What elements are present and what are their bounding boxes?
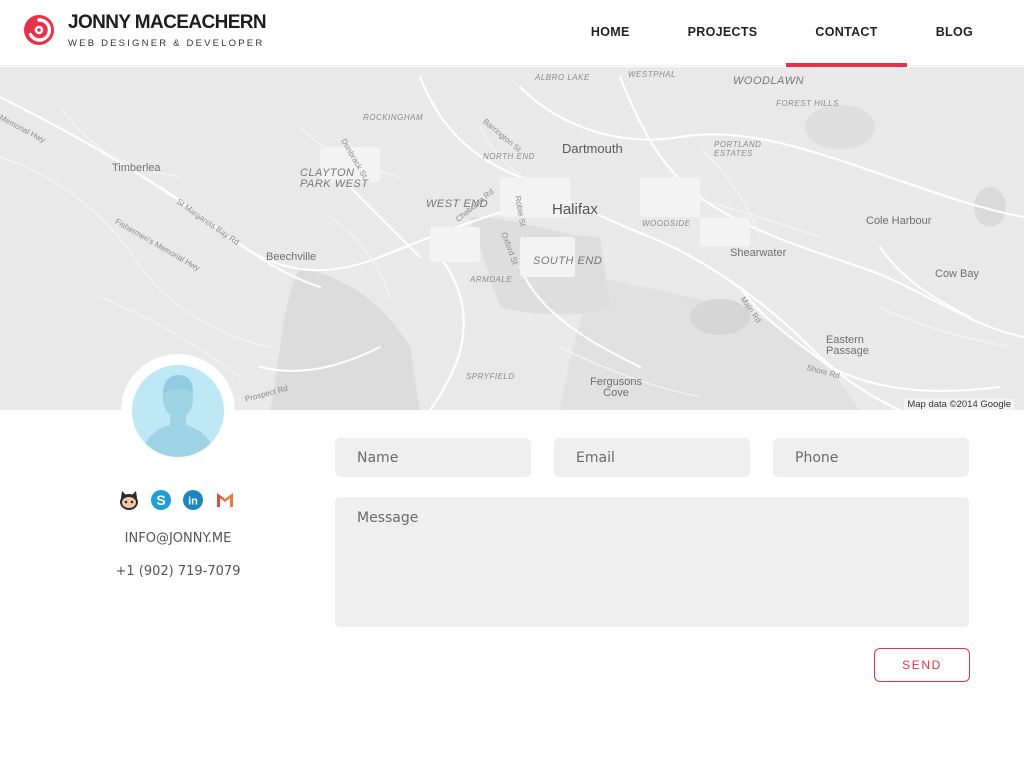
nav-projects[interactable]: PROJECTS (659, 0, 787, 66)
map-label-halifax: Halifax (552, 201, 598, 218)
map-label-rockingham: ROCKINGHAM (363, 113, 424, 122)
map-label-timberlea: Timberlea (112, 162, 161, 174)
site-header: JONNY MACEACHERN WEB DESIGNER & DEVELOPE… (0, 0, 1024, 67)
nav-home[interactable]: HOME (562, 0, 659, 66)
map-attribution: Map data ©2014 Google (904, 399, 1014, 410)
map-label-dartmouth: Dartmouth (562, 141, 623, 156)
map-label-westphal: WESTPHAL (628, 70, 677, 79)
message-field[interactable] (335, 497, 969, 627)
map-label-woodlawn: WOODLAWN (733, 75, 805, 87)
main-nav: HOME PROJECTS CONTACT BLOG (562, 0, 1002, 67)
map-label-portland-estates: PORTLAND ESTATES (714, 140, 762, 158)
map-label-forest-hills: FOREST HILLS (776, 99, 839, 108)
map-label-south-end: SOUTH END (533, 255, 603, 267)
linkedin-icon[interactable]: in (182, 489, 204, 511)
map-label-albro-lake: ALBRO LAKE (535, 73, 590, 82)
gmail-icon[interactable] (214, 489, 236, 511)
avatar (121, 354, 235, 468)
name-field[interactable] (335, 438, 531, 477)
brand[interactable]: JONNY MACEACHERN WEB DESIGNER & DEVELOPE… (68, 12, 267, 49)
svg-text:S: S (156, 492, 165, 508)
map-label-fergusons-cove: Fergusons Cove (590, 376, 642, 399)
map-label-clayton-park-west: CLAYTON PARK WEST (300, 167, 369, 190)
map-label-armdale: ARMDALE (470, 275, 513, 284)
map-label-cole-harbour: Cole Harbour (866, 215, 932, 227)
map-label-cow-bay: Cow Bay (935, 268, 980, 280)
brand-name: JONNY MACEACHERN (68, 12, 267, 33)
github-octocat-icon[interactable] (118, 489, 140, 511)
map-label-eastern-passage: Eastern Passage (826, 334, 869, 357)
phone-field[interactable] (773, 438, 969, 477)
map-label-north-end: NORTH END (483, 152, 535, 161)
skype-icon[interactable]: S (150, 489, 172, 511)
map-label-beechville: Beechville (266, 251, 317, 263)
brand-tagline: WEB DESIGNER & DEVELOPER (68, 38, 265, 49)
avatar-photo (132, 365, 224, 457)
map-label-shearwater: Shearwater (730, 247, 787, 259)
social-links: S in (118, 489, 236, 511)
nav-blog[interactable]: BLOG (907, 0, 1002, 66)
map-label-woodside: WOODSIDE (642, 219, 691, 228)
nav-contact[interactable]: CONTACT (786, 0, 907, 67)
map-label-spryfield: SPRYFIELD (466, 372, 515, 381)
email-field[interactable] (554, 438, 750, 477)
send-button[interactable]: SEND (874, 648, 970, 682)
brand-logo-icon[interactable] (22, 12, 56, 48)
svg-text:in: in (188, 496, 198, 508)
contact-email[interactable]: INFO@JONNY.ME (58, 531, 298, 546)
person-silhouette-icon (142, 375, 214, 457)
contact-phone[interactable]: +1 (902) 719-7079 (58, 564, 298, 579)
